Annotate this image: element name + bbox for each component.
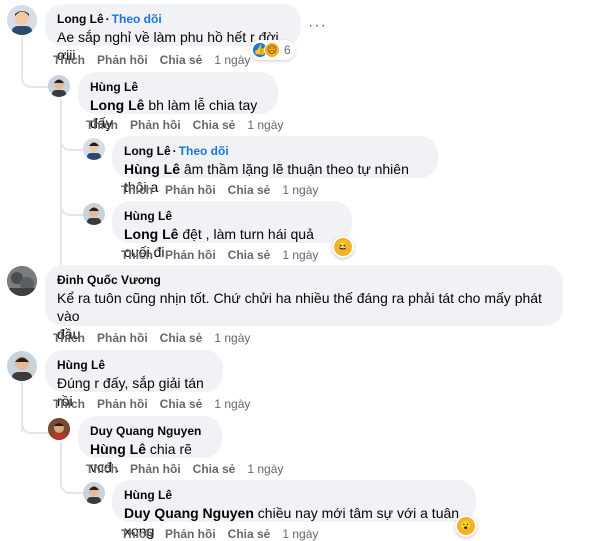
thread-elbow — [21, 60, 51, 88]
comment-bubble: Duy Quang Nguyen Hùng Lê chia rẽ vcđ . — [78, 416, 222, 475]
share-button[interactable]: Chia sẻ — [193, 118, 236, 132]
comment-time[interactable]: 1 ngày — [282, 527, 318, 541]
share-button[interactable]: Chia sẻ — [228, 248, 271, 262]
thread-elbow — [21, 408, 51, 434]
comment-actions: Thích Phản hồi Chia sẻ 1 ngày — [121, 248, 330, 262]
comment-time[interactable]: 1 ngày — [247, 462, 283, 476]
reply-button[interactable]: Phản hồi — [97, 53, 148, 67]
like-button[interactable]: Thích — [86, 118, 118, 132]
comment-bubble: Long Lê · Theo dõi Hùng Lê âm thầm lặng lẽ… — [112, 136, 438, 195]
reply-button[interactable]: Phản hồi — [165, 248, 216, 262]
comment-actions: Thích Phản hồi Chia sẻ 1 ngày — [86, 462, 295, 476]
like-button[interactable]: Thích — [121, 527, 153, 541]
comment-time[interactable]: 1 ngày — [214, 397, 250, 411]
avatar[interactable] — [7, 266, 37, 296]
comment-actions: Thích Phản hồi Chia sẻ 1 ngày — [53, 331, 262, 345]
share-button[interactable]: Chia sẻ — [228, 527, 271, 541]
comment-author[interactable]: Hùng Lê — [57, 358, 211, 373]
reaction-count: 6 — [284, 43, 291, 57]
comment-author[interactable]: Đinh Quốc Vương — [57, 273, 551, 288]
comment-time[interactable]: 1 ngày — [247, 118, 283, 132]
thread-elbow — [60, 125, 84, 151]
reply-button[interactable]: Phản hồi — [130, 118, 181, 132]
follow-button[interactable]: Theo dõi — [179, 144, 229, 158]
comment-author[interactable]: Hùng Lê — [124, 488, 464, 503]
mention-link[interactable]: Hùng Lê — [90, 441, 146, 457]
comment-bubble: Đinh Quốc Vương Kể ra tuôn cũng nhịn tốt… — [45, 265, 563, 342]
reply-button[interactable]: Phản hồi — [130, 462, 181, 476]
follow-button[interactable]: Theo dõi — [112, 12, 162, 26]
comment-actions: Thích Phản hồi Chia sẻ 1 ngày — [121, 183, 330, 197]
like-button[interactable]: Thích — [121, 248, 153, 262]
more-options-icon[interactable]: ··· — [308, 18, 327, 34]
like-button[interactable]: Thích — [121, 183, 153, 197]
mention-link[interactable]: Long Lê — [90, 97, 144, 113]
comment-actions: Thích Phản hồi Chia sẻ 1 ngày — [53, 397, 262, 411]
comment-time[interactable]: 1 ngày — [214, 53, 250, 67]
thread-elbow — [60, 190, 84, 216]
comment-time[interactable]: 1 ngày — [214, 331, 250, 345]
share-button[interactable]: Chia sẻ — [193, 462, 236, 476]
avatar[interactable] — [7, 351, 37, 381]
comment-author[interactable]: Hùng Lê — [124, 209, 340, 224]
share-button[interactable]: Chia sẻ — [228, 183, 271, 197]
comment-author[interactable]: Duy Quang Nguyen — [90, 424, 210, 439]
like-button[interactable]: Thích — [53, 331, 85, 345]
avatar[interactable] — [48, 75, 70, 97]
haha-icon[interactable]: 😆 — [332, 236, 354, 258]
comment-text: Kể ra tuôn cũng nhịn tốt. Chứ chửi ha nh… — [57, 290, 542, 324]
thread-elbow — [60, 468, 84, 494]
reply-button[interactable]: Phản hồi — [97, 397, 148, 411]
sad-icon: ☹ — [264, 42, 280, 58]
mention-link[interactable]: Hùng Lê — [124, 161, 180, 177]
comment-actions: Thích Phản hồi Chia sẻ 1 ngày — [86, 118, 295, 132]
comment-actions: Thích Phản hồi Chia sẻ 1 ngày — [121, 527, 330, 541]
comment-actions: Thích Phản hồi Chia sẻ 1 ngày — [53, 53, 262, 67]
comment-bubble: Hùng Lê Đúng r đấy, sắp giải tán rồi — [45, 350, 223, 409]
avatar[interactable] — [83, 482, 105, 504]
avatar[interactable] — [83, 138, 105, 160]
wow-icon[interactable]: 😮 — [455, 515, 477, 537]
like-button[interactable]: Thích — [53, 53, 85, 67]
comment-author[interactable]: Long Lê — [57, 12, 104, 26]
comment-bubble: Hùng Lê Duy Quang Nguyen chiều nay mới t… — [112, 480, 476, 539]
comment-author[interactable]: Hùng Lê — [90, 80, 266, 95]
like-button[interactable]: Thích — [86, 462, 118, 476]
reply-button[interactable]: Phản hồi — [97, 331, 148, 345]
mention-link[interactable]: Long Lê — [124, 226, 178, 242]
like-button[interactable]: Thích — [53, 397, 85, 411]
comment-time[interactable]: 1 ngày — [282, 248, 318, 262]
share-button[interactable]: Chia sẻ — [160, 53, 203, 67]
avatar[interactable] — [83, 203, 105, 225]
share-button[interactable]: Chia sẻ — [160, 331, 203, 345]
avatar[interactable] — [7, 5, 37, 35]
mention-link[interactable]: Duy Quang Nguyen — [124, 505, 254, 521]
reply-button[interactable]: Phản hồi — [165, 527, 216, 541]
comment-bubble: Hùng Lê Long Lê đệt , làm turn hái quả c… — [112, 201, 352, 260]
comment-author[interactable]: Long Lê — [124, 144, 171, 158]
comment-bubble: Hùng Lê Long Lê bh làm lễ chia tay đấy — [78, 72, 278, 131]
comment-time[interactable]: 1 ngày — [282, 183, 318, 197]
avatar[interactable] — [48, 418, 70, 440]
share-button[interactable]: Chia sẻ — [160, 397, 203, 411]
reply-button[interactable]: Phản hồi — [165, 183, 216, 197]
